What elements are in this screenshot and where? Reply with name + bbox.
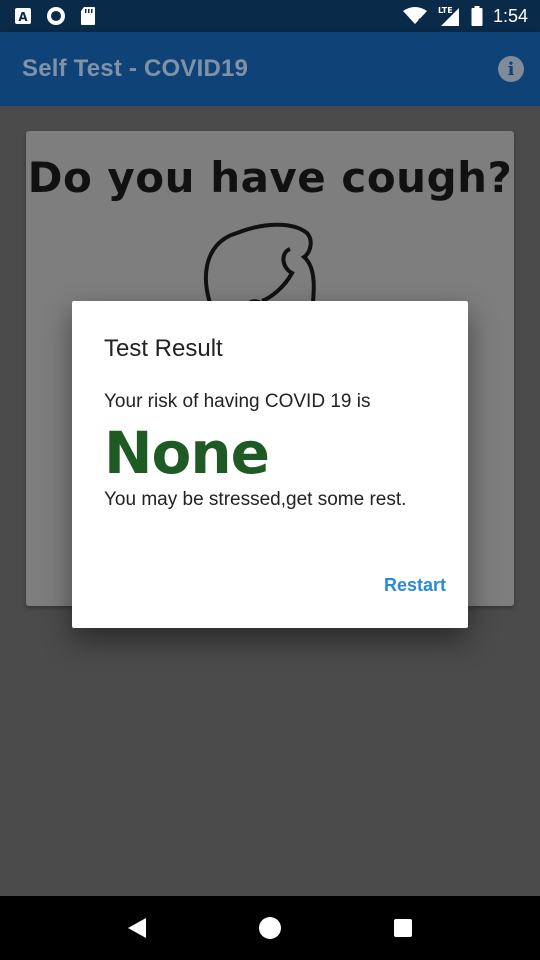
info-icon[interactable]: i xyxy=(498,56,524,82)
recents-button[interactable] xyxy=(373,898,433,958)
risk-message: Your risk of having COVID 19 is xyxy=(104,391,371,412)
test-result-dialog: Test Result Your risk of having COVID 19… xyxy=(72,301,468,628)
question-text: Do you have cough? xyxy=(27,153,513,202)
signal-icon: LTE xyxy=(437,5,461,27)
status-bar: A LTE 1:54 xyxy=(0,0,540,32)
navigation-bar xyxy=(0,896,540,960)
network-type-label: LTE xyxy=(438,6,453,15)
accessibility-icon: A xyxy=(14,7,32,25)
back-button[interactable] xyxy=(107,898,167,958)
svg-text:A: A xyxy=(18,10,28,24)
advice-message: You may be stressed,get some rest. xyxy=(104,489,407,510)
sd-card-icon xyxy=(80,6,96,26)
battery-icon xyxy=(471,6,483,26)
app-bar: Self Test - COVID19 i xyxy=(0,32,540,106)
home-button[interactable] xyxy=(240,898,300,958)
restart-button[interactable]: Restart xyxy=(384,575,446,596)
app-title: Self Test - COVID19 xyxy=(22,55,249,82)
home-icon xyxy=(258,917,281,939)
dialog-title: Test Result xyxy=(104,335,223,362)
back-icon xyxy=(127,918,146,938)
risk-result: None xyxy=(104,419,270,487)
status-time: 1:54 xyxy=(492,5,528,26)
status-right-icons: LTE 1:54 xyxy=(402,5,528,27)
circle-app-icon xyxy=(46,6,66,26)
info-icon-glyph: i xyxy=(507,58,515,80)
status-left-icons: A xyxy=(14,6,96,26)
wifi-icon xyxy=(402,7,427,25)
recents-icon xyxy=(394,919,413,937)
